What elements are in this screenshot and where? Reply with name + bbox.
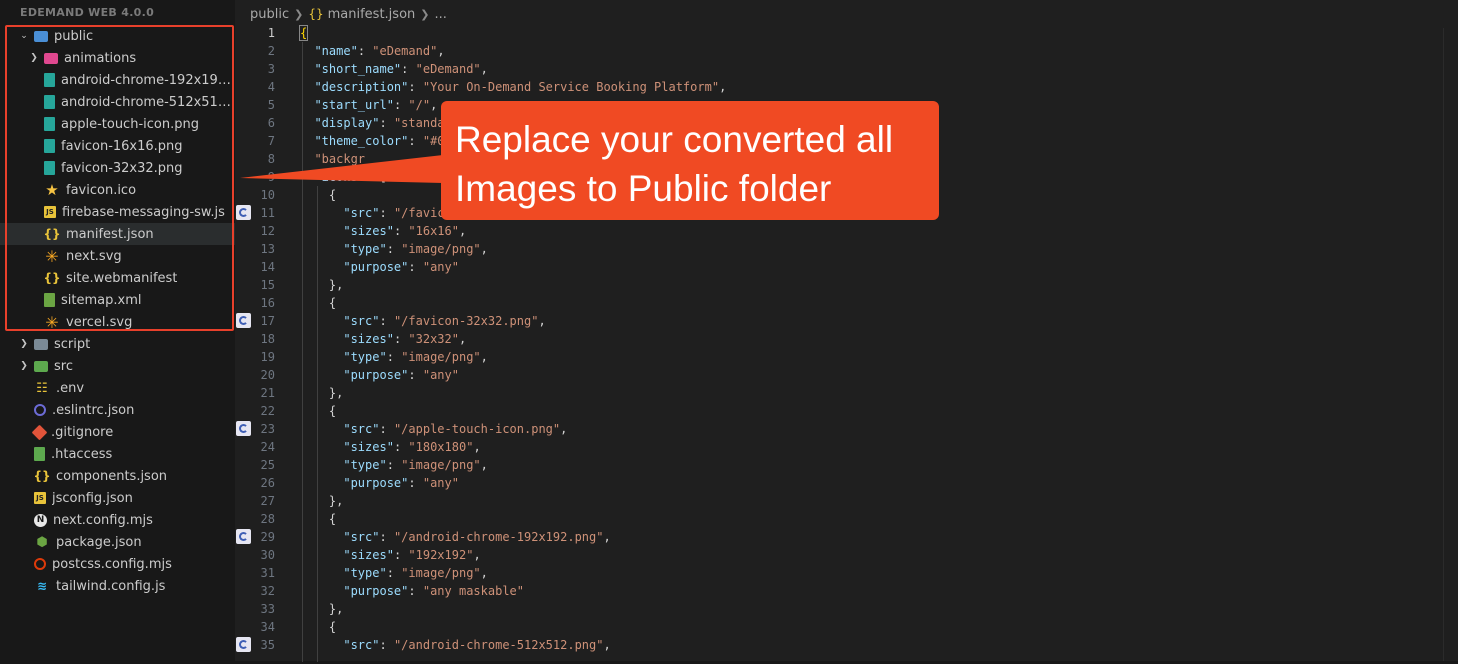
callout-line-2: Images to Public folder [455,168,832,209]
callout-line-1: Replace your converted all [455,119,894,160]
callout-box: Replace your converted all Images to Pub… [441,101,939,220]
callout-pointer-arrow [240,155,443,183]
